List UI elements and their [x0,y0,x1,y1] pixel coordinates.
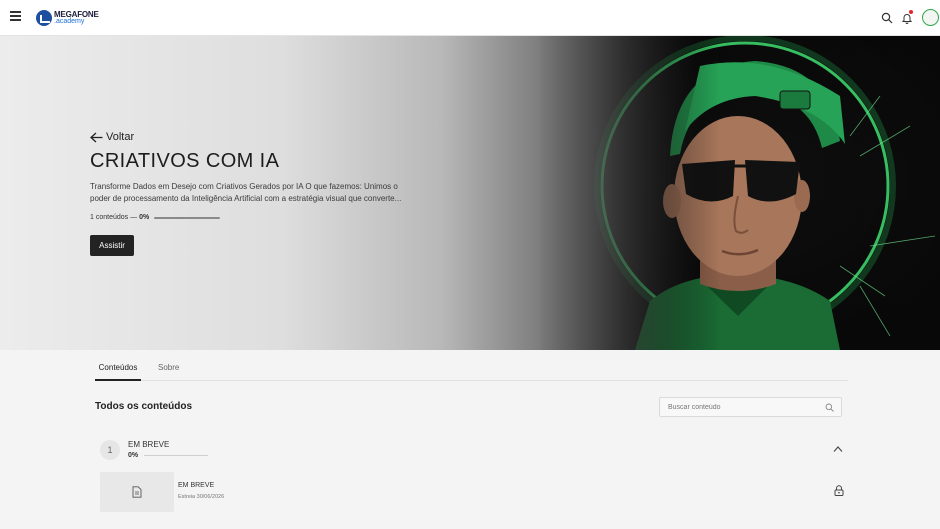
back-link[interactable]: Voltar [90,131,134,143]
lock-icon [834,485,844,496]
search-icon[interactable] [881,12,893,24]
notifications-button[interactable] [901,10,913,24]
hero-artwork [540,36,940,350]
notification-dot [909,10,913,14]
chevron-up-icon[interactable] [833,445,843,453]
logo[interactable]: MEGAFONE .academy [36,9,99,27]
logo-top-text: MEGAFONE [54,10,99,19]
hero-banner: Voltar CRIATIVOS COM IA Transforme Dados… [0,36,940,350]
course-progress-row: 1 conteúdos — 0% [90,214,221,221]
watch-button[interactable]: Assistir [90,235,134,256]
module-number: 1 [100,440,120,460]
lesson-date: Estreia 30/06/2026 [178,494,225,500]
menu-icon[interactable] [10,11,21,23]
avatar[interactable] [922,9,939,26]
lesson-title[interactable]: EM BREVE [178,482,214,489]
search-input[interactable] [660,398,820,416]
course-description: Transforme Dados em Desejo com Criativos… [90,182,402,203]
top-bar: MEGAFONE .academy [0,0,940,36]
tabs: Conteúdos Sobre [95,356,848,381]
logo-text: MEGAFONE .academy [54,10,99,26]
search-icon[interactable] [825,403,834,412]
lesson-thumbnail[interactable] [100,472,174,512]
arrow-left-icon [90,132,103,142]
back-label: Voltar [106,131,135,143]
page-title: CRIATIVOS COM IA [90,150,280,172]
module-progress-bar [144,455,208,456]
search-box [659,397,842,417]
tab-contents[interactable]: Conteúdos [95,363,141,381]
course-progress-bar [154,216,221,219]
logo-mark-icon [36,10,52,26]
course-progress-label: 0% [139,214,150,221]
tab-about[interactable]: Sobre [158,363,179,381]
section-title: Todos os conteúdos [95,401,193,412]
logo-bottom-text: .academy [54,18,85,25]
document-icon [132,486,142,498]
module-progress-label: 0% [128,452,139,459]
contents-count: 1 conteúdos — [90,214,138,221]
module-title: EM BREVE [128,440,170,449]
